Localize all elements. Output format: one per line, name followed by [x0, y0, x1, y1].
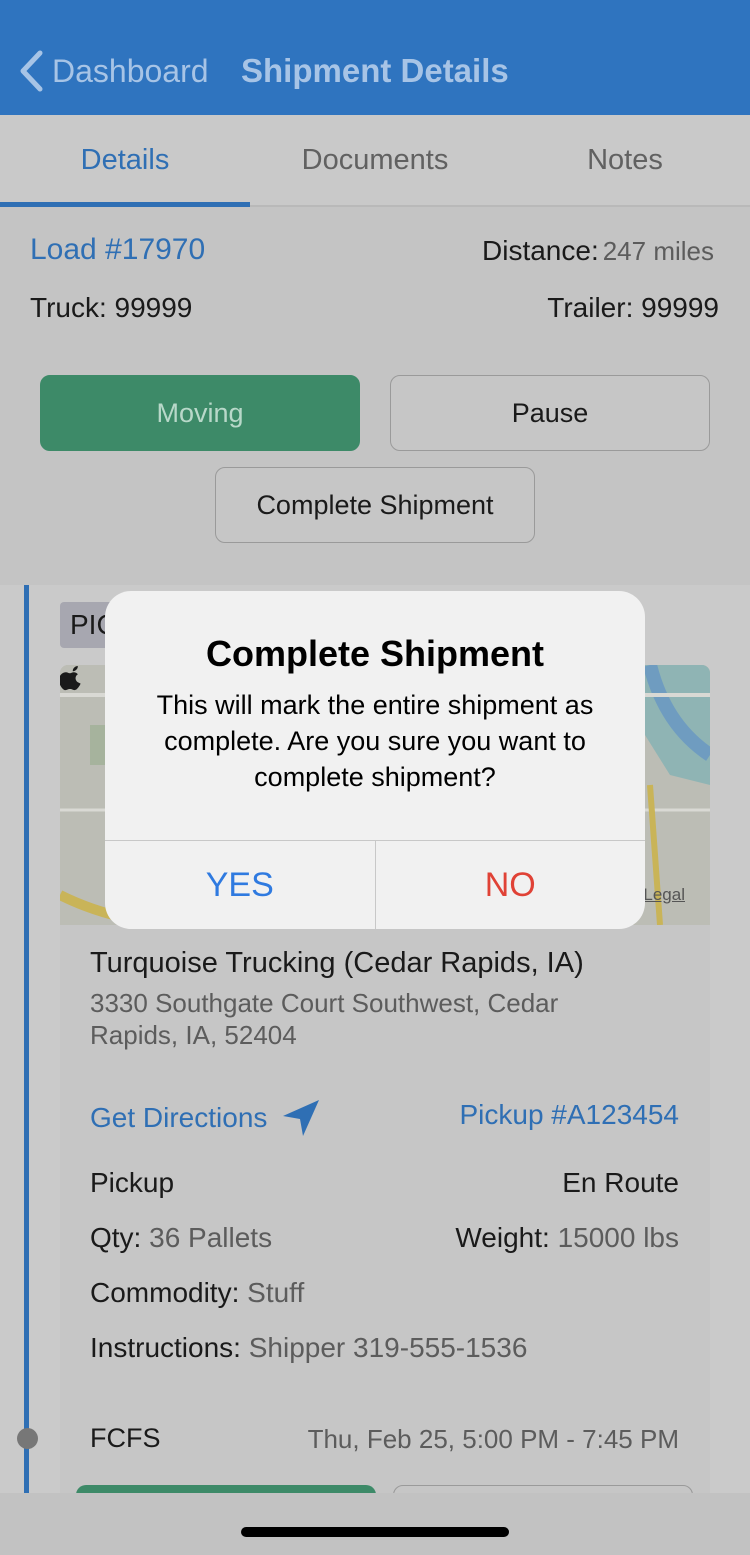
moving-button[interactable]: Moving [40, 375, 360, 451]
shipper-name: Turquoise Trucking (Cedar Rapids, IA) [90, 947, 584, 979]
tab-details[interactable]: Details [0, 115, 250, 207]
commodity-value: Stuff [247, 1277, 305, 1308]
quantity: Qty: 36 Pallets [90, 1222, 272, 1254]
get-directions-label: Get Directions [90, 1102, 268, 1133]
home-indicator[interactable] [241, 1527, 509, 1537]
dialog-yes-button[interactable]: YES [105, 841, 376, 929]
instructions-label: Instructions: [90, 1332, 241, 1363]
tab-documents[interactable]: Documents [250, 115, 500, 205]
dialog-actions: YES NO [105, 840, 645, 929]
dialog-no-button[interactable]: NO [376, 841, 646, 929]
apple-maps-icon [60, 666, 81, 691]
back-label: Dashboard [52, 52, 209, 89]
schedule-type: FCFS [90, 1423, 161, 1453]
instructions-value: Shipper 319-555-1536 [248, 1332, 528, 1363]
complete-shipment-dialog: Complete Shipment This will mark the ent… [105, 591, 645, 929]
instructions: Instructions: Shipper 319-555-1536 [90, 1332, 527, 1364]
bottom-bar [0, 1493, 750, 1555]
trailer-number: Trailer: 99999 [547, 292, 719, 323]
appointment-window: Thu, Feb 25, 5:00 PM - 7:45 PM [307, 1424, 679, 1454]
dialog-title: Complete Shipment [205, 633, 545, 674]
map-legal-link[interactable]: Legal [643, 885, 685, 905]
complete-shipment-button[interactable]: Complete Shipment [215, 467, 535, 543]
pickup-number-link[interactable]: Pickup #A123454 [459, 1099, 679, 1131]
load-number-link[interactable]: Load #17970 [30, 233, 205, 267]
dialog-message: This will mark the entire shipment as co… [156, 690, 594, 792]
weight: Weight: 15000 lbs [455, 1222, 679, 1254]
shipper-address: 3330 Southgate Court Southwest, Cedar Ra… [90, 988, 559, 1050]
commodity: Commodity: Stuff [90, 1277, 304, 1309]
tab-notes[interactable]: Notes [500, 115, 750, 205]
timeline-line [24, 585, 29, 1493]
timeline-dot [17, 1428, 38, 1449]
stop-status: En Route [562, 1167, 679, 1198]
distance-label: Distance: [482, 235, 599, 266]
page-title: Shipment Details [241, 52, 509, 89]
commodity-label: Commodity: [90, 1277, 240, 1308]
location-arrow-icon [283, 1100, 320, 1136]
shipment-summary: Load #17970 Distance: 247 miles Truck: 99… [0, 207, 750, 585]
chevron-left-icon [20, 50, 43, 92]
stop-primary-button[interactable] [76, 1485, 376, 1493]
stop-type: Pickup [90, 1167, 175, 1198]
truck-number: Truck: 99999 [30, 292, 193, 323]
navigation-bar: Dashboard Shipment Details [0, 0, 750, 115]
back-button[interactable]: Dashboard [18, 48, 209, 94]
stop-secondary-button[interactable] [393, 1485, 693, 1493]
distance: Distance: 247 miles [482, 235, 714, 267]
quantity-value: 36 Pallets [149, 1222, 273, 1253]
tab-bar: Details Documents Notes [0, 115, 750, 207]
quantity-label: Qty: [90, 1222, 142, 1253]
distance-value: 247 miles [602, 236, 714, 266]
pause-button[interactable]: Pause [390, 375, 710, 451]
weight-label: Weight: [455, 1222, 550, 1253]
get-directions-link[interactable]: Get Directions [90, 1098, 321, 1138]
weight-value: 15000 lbs [557, 1222, 679, 1253]
